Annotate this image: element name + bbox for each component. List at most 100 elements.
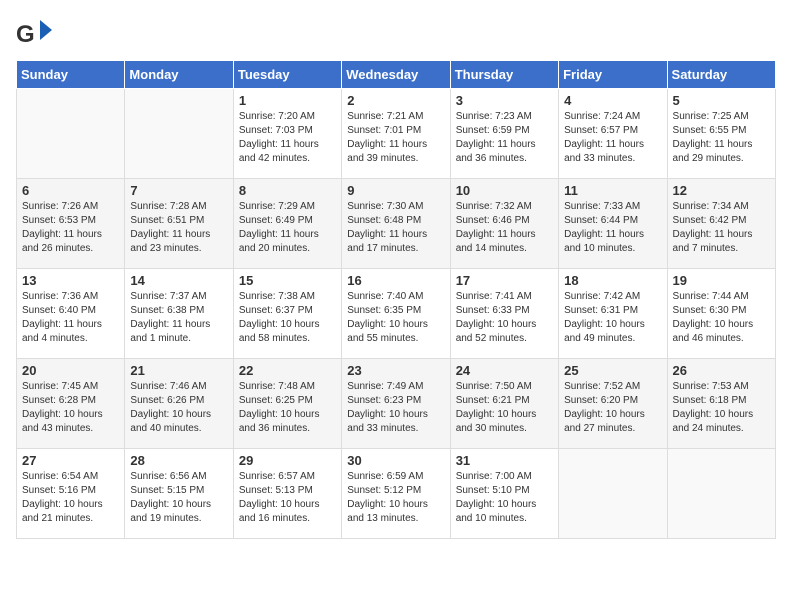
week-row-2: 6Sunrise: 7:26 AM Sunset: 6:53 PM Daylig… <box>17 179 776 269</box>
header-monday: Monday <box>125 61 233 89</box>
calendar-cell: 11Sunrise: 7:33 AM Sunset: 6:44 PM Dayli… <box>559 179 667 269</box>
calendar-cell <box>667 449 775 539</box>
calendar-cell: 14 Sunrise: 7:37 AM Sunset: 6:38 PM Dayli… <box>125 269 233 359</box>
logo-icon: G <box>16 16 52 52</box>
calendar-cell: 6Sunrise: 7:26 AM Sunset: 6:53 PM Daylig… <box>17 179 125 269</box>
day-info: Sunrise: 7:24 AM Sunset: 6:57 PM Dayligh… <box>564 110 661 166</box>
calendar-cell: 28 Sunrise: 6:56 AM Sunset: 5:15 PM Dayli… <box>125 449 233 539</box>
calendar-cell: 17Sunrise: 7:41 AM Sunset: 6:33 PM Dayli… <box>450 269 558 359</box>
day-number: 26 <box>673 363 770 378</box>
calendar-cell: 25 Sunrise: 7:52 AM Sunset: 6:20 PM Dayli… <box>559 359 667 449</box>
calendar-cell: 23 Sunrise: 7:49 AM Sunset: 6:23 PM Dayli… <box>342 359 450 449</box>
day-number: 22 <box>239 363 336 378</box>
calendar-cell: 8Sunrise: 7:29 AM Sunset: 6:49 PM Daylig… <box>233 179 341 269</box>
day-number: 16 <box>347 273 444 288</box>
header-tuesday: Tuesday <box>233 61 341 89</box>
day-info: Sunrise: 7:33 AM Sunset: 6:44 PM Dayligh… <box>564 200 661 256</box>
logo: G <box>16 16 56 52</box>
calendar-cell: 30 Sunrise: 6:59 AM Sunset: 5:12 PM Dayli… <box>342 449 450 539</box>
header-sunday: Sunday <box>17 61 125 89</box>
day-number: 9 <box>347 183 444 198</box>
day-number: 1 <box>239 93 336 108</box>
header-saturday: Saturday <box>667 61 775 89</box>
calendar-cell: 19 Sunrise: 7:44 AM Sunset: 6:30 PM Dayli… <box>667 269 775 359</box>
day-number: 19 <box>673 273 770 288</box>
page-header: G <box>16 16 776 52</box>
calendar-header-row: SundayMondayTuesdayWednesdayThursdayFrid… <box>17 61 776 89</box>
day-info: Sunrise: 7:49 AM Sunset: 6:23 PM Dayligh… <box>347 380 444 436</box>
calendar-cell: 7 Sunrise: 7:28 AM Sunset: 6:51 PM Daylig… <box>125 179 233 269</box>
day-info: Sunrise: 7:36 AM Sunset: 6:40 PM Dayligh… <box>22 290 119 346</box>
day-info: Sunrise: 7:21 AM Sunset: 7:01 PM Dayligh… <box>347 110 444 166</box>
day-info: Sunrise: 7:48 AM Sunset: 6:25 PM Dayligh… <box>239 380 336 436</box>
day-number: 12 <box>673 183 770 198</box>
day-number: 5 <box>673 93 770 108</box>
day-number: 30 <box>347 453 444 468</box>
calendar-cell: 10 Sunrise: 7:32 AM Sunset: 6:46 PM Dayli… <box>450 179 558 269</box>
calendar-cell: 4 Sunrise: 7:24 AM Sunset: 6:57 PM Daylig… <box>559 89 667 179</box>
day-info: Sunrise: 6:56 AM Sunset: 5:15 PM Dayligh… <box>130 470 227 526</box>
day-info: Sunrise: 6:54 AM Sunset: 5:16 PM Dayligh… <box>22 470 119 526</box>
day-number: 7 <box>130 183 227 198</box>
day-number: 24 <box>456 363 553 378</box>
day-number: 25 <box>564 363 661 378</box>
day-info: Sunrise: 7:38 AM Sunset: 6:37 PM Dayligh… <box>239 290 336 346</box>
week-row-5: 27Sunrise: 6:54 AM Sunset: 5:16 PM Dayli… <box>17 449 776 539</box>
calendar-body: 1 Sunrise: 7:20 AM Sunset: 7:03 PM Daylig… <box>17 89 776 539</box>
day-info: Sunrise: 7:42 AM Sunset: 6:31 PM Dayligh… <box>564 290 661 346</box>
day-number: 3 <box>456 93 553 108</box>
calendar-cell: 22 Sunrise: 7:48 AM Sunset: 6:25 PM Dayli… <box>233 359 341 449</box>
day-info: Sunrise: 7:53 AM Sunset: 6:18 PM Dayligh… <box>673 380 770 436</box>
calendar-cell: 5 Sunrise: 7:25 AM Sunset: 6:55 PM Daylig… <box>667 89 775 179</box>
header-friday: Friday <box>559 61 667 89</box>
calendar-cell: 31Sunrise: 7:00 AM Sunset: 5:10 PM Dayli… <box>450 449 558 539</box>
day-number: 20 <box>22 363 119 378</box>
day-info: Sunrise: 7:00 AM Sunset: 5:10 PM Dayligh… <box>456 470 553 526</box>
day-number: 21 <box>130 363 227 378</box>
day-number: 14 <box>130 273 227 288</box>
day-info: Sunrise: 7:25 AM Sunset: 6:55 PM Dayligh… <box>673 110 770 166</box>
day-number: 10 <box>456 183 553 198</box>
day-info: Sunrise: 7:34 AM Sunset: 6:42 PM Dayligh… <box>673 200 770 256</box>
day-number: 13 <box>22 273 119 288</box>
svg-text:G: G <box>16 21 35 48</box>
day-info: Sunrise: 7:45 AM Sunset: 6:28 PM Dayligh… <box>22 380 119 436</box>
calendar-cell: 2 Sunrise: 7:21 AM Sunset: 7:01 PM Daylig… <box>342 89 450 179</box>
day-number: 2 <box>347 93 444 108</box>
calendar-cell: 20 Sunrise: 7:45 AM Sunset: 6:28 PM Dayli… <box>17 359 125 449</box>
day-info: Sunrise: 6:59 AM Sunset: 5:12 PM Dayligh… <box>347 470 444 526</box>
day-number: 18 <box>564 273 661 288</box>
day-info: Sunrise: 7:28 AM Sunset: 6:51 PM Dayligh… <box>130 200 227 256</box>
day-number: 17 <box>456 273 553 288</box>
day-number: 4 <box>564 93 661 108</box>
day-info: Sunrise: 7:44 AM Sunset: 6:30 PM Dayligh… <box>673 290 770 346</box>
calendar-cell: 26 Sunrise: 7:53 AM Sunset: 6:18 PM Dayli… <box>667 359 775 449</box>
header-thursday: Thursday <box>450 61 558 89</box>
day-number: 29 <box>239 453 336 468</box>
day-info: Sunrise: 7:50 AM Sunset: 6:21 PM Dayligh… <box>456 380 553 436</box>
day-info: Sunrise: 7:52 AM Sunset: 6:20 PM Dayligh… <box>564 380 661 436</box>
week-row-3: 13 Sunrise: 7:36 AM Sunset: 6:40 PM Dayli… <box>17 269 776 359</box>
day-number: 6 <box>22 183 119 198</box>
day-info: Sunrise: 7:29 AM Sunset: 6:49 PM Dayligh… <box>239 200 336 256</box>
day-info: Sunrise: 7:20 AM Sunset: 7:03 PM Dayligh… <box>239 110 336 166</box>
day-number: 28 <box>130 453 227 468</box>
calendar-cell: 13 Sunrise: 7:36 AM Sunset: 6:40 PM Dayli… <box>17 269 125 359</box>
day-info: Sunrise: 7:32 AM Sunset: 6:46 PM Dayligh… <box>456 200 553 256</box>
calendar-table: SundayMondayTuesdayWednesdayThursdayFrid… <box>16 60 776 539</box>
calendar-cell: 21Sunrise: 7:46 AM Sunset: 6:26 PM Dayli… <box>125 359 233 449</box>
day-number: 23 <box>347 363 444 378</box>
day-info: Sunrise: 7:30 AM Sunset: 6:48 PM Dayligh… <box>347 200 444 256</box>
day-info: Sunrise: 6:57 AM Sunset: 5:13 PM Dayligh… <box>239 470 336 526</box>
calendar-cell: 3 Sunrise: 7:23 AM Sunset: 6:59 PM Daylig… <box>450 89 558 179</box>
calendar-cell: 18 Sunrise: 7:42 AM Sunset: 6:31 PM Dayli… <box>559 269 667 359</box>
day-info: Sunrise: 7:23 AM Sunset: 6:59 PM Dayligh… <box>456 110 553 166</box>
day-info: Sunrise: 7:37 AM Sunset: 6:38 PM Dayligh… <box>130 290 227 346</box>
calendar-cell <box>17 89 125 179</box>
calendar-cell: 1 Sunrise: 7:20 AM Sunset: 7:03 PM Daylig… <box>233 89 341 179</box>
calendar-cell <box>559 449 667 539</box>
day-info: Sunrise: 7:40 AM Sunset: 6:35 PM Dayligh… <box>347 290 444 346</box>
calendar-cell: 24 Sunrise: 7:50 AM Sunset: 6:21 PM Dayli… <box>450 359 558 449</box>
header-wednesday: Wednesday <box>342 61 450 89</box>
calendar-cell: 15Sunrise: 7:38 AM Sunset: 6:37 PM Dayli… <box>233 269 341 359</box>
